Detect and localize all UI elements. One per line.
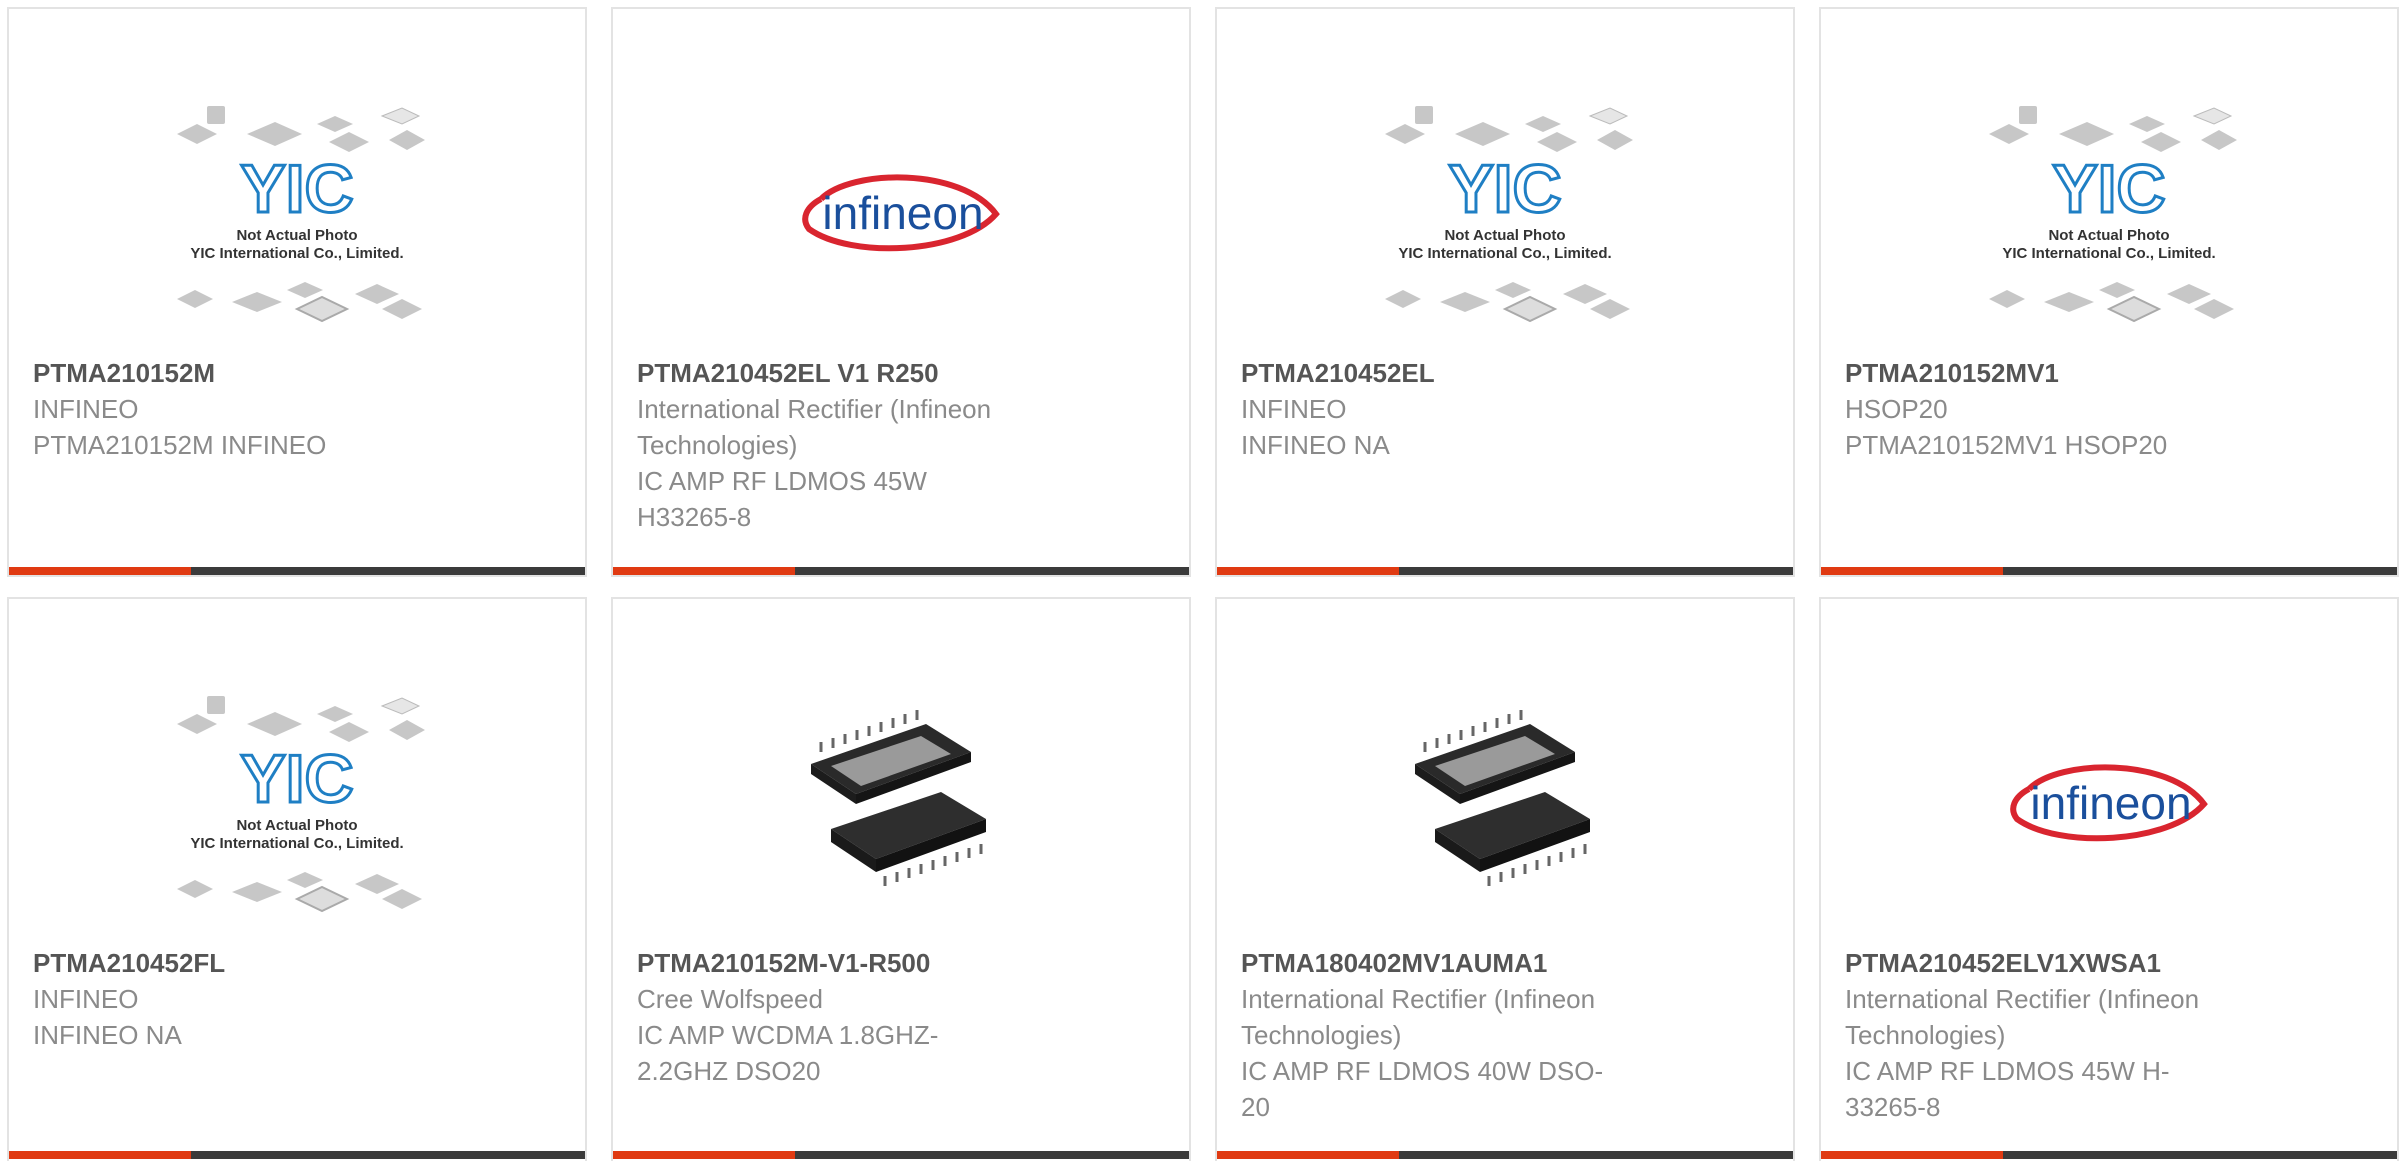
product-grid: YIC Not Actual Photo YIC International C… [0, 0, 2400, 1161]
card-accent-bar [1217, 1151, 1399, 1159]
product-line: Technologies) [1845, 1020, 2006, 1050]
product-line: PTMA210152M INFINEO [33, 430, 327, 460]
card-accent-bar [1217, 567, 1399, 575]
card-bottom-bar [1821, 1151, 2397, 1159]
product-line: Cree Wolfspeed [637, 984, 823, 1014]
product-info: PTMA210152M-V1-R500 Cree Wolfspeed IC AM… [637, 945, 1077, 1089]
yic-placeholder-image: YIC Not Actual Photo YIC International C… [177, 106, 425, 323]
product-card[interactable]: PTMA180402MV1AUMA1 International Rectifi… [1215, 597, 1795, 1161]
svg-text:infineon: infineon [822, 187, 983, 239]
product-info: PTMA210452ELV1XWSA1 International Rectif… [1845, 945, 2285, 1125]
svg-text:Not Actual Photo: Not Actual Photo [2048, 227, 2169, 244]
svg-text:YIC International Co., Limited: YIC International Co., Limited. [190, 835, 403, 852]
part-number-link[interactable]: PTMA210152M [33, 355, 473, 391]
product-line: IC AMP RF LDMOS 40W DSO- [1241, 1056, 1604, 1086]
product-line: International Rectifier (Infineon [637, 394, 992, 424]
product-card[interactable]: YIC Not Actual Photo YIC International C… [1215, 7, 1795, 577]
product-line: Technologies) [1241, 1020, 1402, 1050]
product-info: PTMA210152MV1 HSOP20 PTMA210152MV1 HSOP2… [1845, 355, 2285, 463]
part-number-link[interactable]: PTMA210152M-V1-R500 [637, 945, 1077, 981]
product-line: INFINEO NA [1241, 430, 1390, 460]
product-line: IC AMP RF LDMOS 45W H- [1845, 1056, 2170, 1086]
infineon-logo-image: infineon [2010, 764, 2208, 842]
infineon-logo-image: infineon [802, 174, 1000, 252]
product-line: INFINEO [33, 394, 139, 424]
yic-placeholder-image: YIC Not Actual Photo YIC International C… [1989, 106, 2237, 323]
product-image[interactable] [613, 664, 1189, 944]
product-card[interactable]: YIC Not Actual Photo YIC International C… [7, 597, 587, 1161]
product-card[interactable]: PTMA210152M-V1-R500 Cree Wolfspeed IC AM… [611, 597, 1191, 1161]
yic-placeholder-image: YIC Not Actual Photo YIC International C… [1385, 106, 1633, 323]
product-line: INFINEO [33, 984, 139, 1014]
svg-text:YIC: YIC [2052, 151, 2165, 227]
card-bottom-bar [613, 1151, 1189, 1159]
product-line: H33265-8 [637, 502, 752, 532]
card-bottom-bar [1821, 567, 2397, 575]
card-accent-bar [613, 1151, 795, 1159]
card-accent-bar [1821, 567, 2003, 575]
product-image[interactable]: infineon [1821, 664, 2397, 944]
product-line: HSOP20 [1845, 394, 1948, 424]
product-info: PTMA210452EL V1 R250 International Recti… [637, 355, 1077, 535]
product-line: PTMA210152MV1 HSOP20 [1845, 430, 2168, 460]
part-number-link[interactable]: PTMA210152MV1 [1845, 355, 2285, 391]
product-card[interactable]: infineon PTMA210452EL V1 R250 Internatio… [611, 7, 1191, 577]
svg-text:YIC: YIC [1448, 151, 1561, 227]
product-line: IC AMP WCDMA 1.8GHZ- [637, 1020, 939, 1050]
product-info: PTMA210452EL INFINEO INFINEO NA [1241, 355, 1681, 463]
product-image[interactable]: YIC Not Actual Photo YIC International C… [9, 664, 585, 944]
product-info: PTMA210152M INFINEO PTMA210152M INFINEO [33, 355, 473, 463]
svg-text:YIC International Co., Limited: YIC International Co., Limited. [190, 245, 403, 262]
card-accent-bar [1821, 1151, 2003, 1159]
product-info: PTMA210452FL INFINEO INFINEO NA [33, 945, 473, 1053]
product-line: 33265-8 [1845, 1092, 1941, 1122]
svg-text:Not Actual Photo: Not Actual Photo [236, 227, 357, 244]
svg-text:Not Actual Photo: Not Actual Photo [1444, 227, 1565, 244]
chip-photo-image [1415, 710, 1590, 886]
product-image[interactable] [1217, 664, 1793, 944]
product-card[interactable]: YIC Not Actual Photo YIC International C… [1819, 7, 2399, 577]
product-image[interactable]: infineon [613, 74, 1189, 354]
product-line: 20 [1241, 1092, 1270, 1122]
yic-placeholder-image: YIC Not Actual Photo YIC International C… [177, 696, 425, 913]
svg-text:YIC International Co., Limited: YIC International Co., Limited. [2002, 245, 2215, 262]
svg-text:Not Actual Photo: Not Actual Photo [236, 817, 357, 834]
part-number-link[interactable]: PTMA210452EL V1 R250 [637, 355, 1077, 391]
product-image[interactable]: YIC Not Actual Photo YIC International C… [9, 74, 585, 354]
product-info: PTMA180402MV1AUMA1 International Rectifi… [1241, 945, 1681, 1125]
product-line: International Rectifier (Infineon [1845, 984, 2200, 1014]
card-bottom-bar [9, 567, 585, 575]
part-number-link[interactable]: PTMA180402MV1AUMA1 [1241, 945, 1681, 981]
card-accent-bar [9, 1151, 191, 1159]
svg-text:YIC: YIC [240, 741, 353, 817]
product-image[interactable]: YIC Not Actual Photo YIC International C… [1217, 74, 1793, 354]
product-line: INFINEO [1241, 394, 1347, 424]
card-bottom-bar [9, 1151, 585, 1159]
product-line: International Rectifier (Infineon [1241, 984, 1596, 1014]
card-accent-bar [613, 567, 795, 575]
svg-text:YIC: YIC [240, 151, 353, 227]
card-bottom-bar [613, 567, 1189, 575]
product-line: Technologies) [637, 430, 798, 460]
product-card[interactable]: YIC Not Actual Photo YIC International C… [7, 7, 587, 577]
part-number-link[interactable]: PTMA210452FL [33, 945, 473, 981]
card-bottom-bar [1217, 1151, 1793, 1159]
product-line: IC AMP RF LDMOS 45W [637, 466, 927, 496]
part-number-link[interactable]: PTMA210452EL [1241, 355, 1681, 391]
part-number-link[interactable]: PTMA210452ELV1XWSA1 [1845, 945, 2285, 981]
chip-photo-image [811, 710, 986, 886]
product-line: 2.2GHZ DSO20 [637, 1056, 821, 1086]
product-line: INFINEO NA [33, 1020, 182, 1050]
svg-text:YIC International Co., Limited: YIC International Co., Limited. [1398, 245, 1611, 262]
card-bottom-bar [1217, 567, 1793, 575]
card-accent-bar [9, 567, 191, 575]
product-card[interactable]: infineon PTMA210452ELV1XWSA1 Internation… [1819, 597, 2399, 1161]
product-image[interactable]: YIC Not Actual Photo YIC International C… [1821, 74, 2397, 354]
svg-text:infineon: infineon [2030, 777, 2191, 829]
